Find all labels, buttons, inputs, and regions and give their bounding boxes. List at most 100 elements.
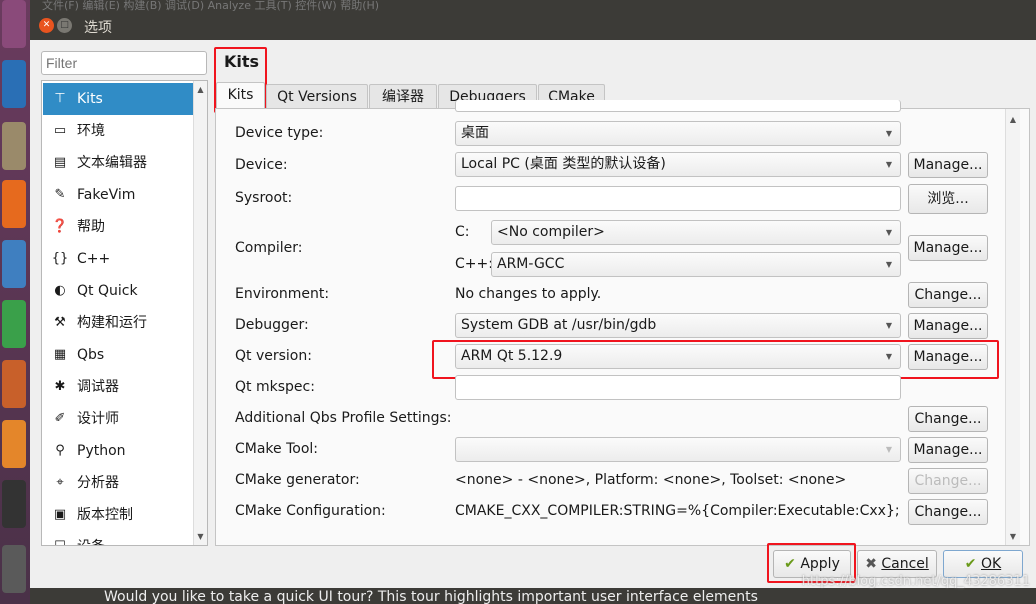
sidebar-item-0[interactable]: ⊤ Kits [43,83,194,115]
cancel-label: Cancel [881,556,929,572]
sidebar-item-label: 设备 [77,539,105,545]
sidebar-item-5[interactable]: {} C++ [43,243,194,275]
x-icon: ✖ [865,556,877,572]
ok-label: OK [980,556,1002,572]
qt-version-label: Qt version: [235,348,312,364]
watermark: https://blog.csdn.net/qq_43286311 [801,574,1030,589]
terminal-launcher-icon[interactable] [2,545,26,593]
sidebar-item-label: FakeVim [77,187,136,203]
compiler-cpp-combo[interactable]: ARM-GCC ▼ [491,252,901,277]
maximize-icon[interactable]: □ [57,18,72,33]
cmake-tool-combo[interactable]: ▼ [455,437,901,462]
dropdown-arrow-icon: ▼ [885,129,892,138]
dropdown-arrow-icon: ▼ [885,228,892,237]
text-editor-icon: ▤ [53,155,67,170]
device-type-combo[interactable]: 桌面 ▼ [455,121,901,146]
qbs-profile-change-button[interactable]: Change... [908,406,988,432]
sidebar-item-label: Python [77,443,126,459]
sysroot-label: Sysroot: [235,190,293,206]
sidebar-item-3[interactable]: ✎ FakeVim [43,179,194,211]
compiler-label: Compiler: [235,240,303,256]
cmake-tool-manage-button[interactable]: Manage... [908,437,988,463]
dropdown-arrow-icon: ▼ [885,445,892,454]
sidebar-item-label: 设计师 [77,411,119,427]
title-bar: ✕ □ 选项 [30,12,1036,40]
files-launcher-icon[interactable] [2,122,26,170]
debugger-label: Debugger: [235,317,309,333]
sidebar-item-label: Kits [77,91,103,107]
filter-input[interactable] [41,51,207,75]
sidebar-item-label: 版本控制 [77,507,133,523]
sidebar-item-12[interactable]: ⌖ 分析器 [43,467,194,499]
dash-icon[interactable] [2,0,26,48]
tab-kits[interactable]: Kits [216,82,265,109]
debugger-combo[interactable]: System GDB at /usr/bin/gdb ▼ [455,313,901,338]
close-icon[interactable]: ✕ [39,18,54,33]
ui-tour-bar: Would you like to take a quick UI tour? … [30,588,1036,604]
app-launcher-icon[interactable] [2,60,26,108]
sidebar-item-2[interactable]: ▤ 文本编辑器 [43,147,194,179]
cmake-generator-value: <none> - <none>, Platform: <none>, Tools… [455,472,847,488]
cmake-tool-label: CMake Tool: [235,441,319,457]
qbs-icon: ▦ [53,347,67,362]
compiler-c-label: C: [455,224,470,240]
device-manage-button[interactable]: Manage... [908,152,988,178]
sidebar-item-label: 文本编辑器 [77,155,147,171]
fakevim-icon: ✎ [54,187,66,202]
amazon-launcher-icon[interactable] [2,480,26,528]
sysroot-browse-button[interactable]: 浏览... [908,184,988,214]
device-combo[interactable]: Local PC (桌面 类型的默认设备) ▼ [455,152,901,177]
braces-icon: {} [51,251,69,266]
tab-qt-versions[interactable]: Qt Versions [266,84,368,109]
ubuntu-launcher [0,0,30,604]
sidebar-item-label: Qbs [77,347,105,363]
calc-launcher-icon[interactable] [2,300,26,348]
help-icon: ❓ [51,219,69,234]
sidebar-item-10[interactable]: ✐ 设计师 [43,403,194,435]
cmake-config-change-button[interactable]: Change... [908,499,988,525]
sidebar-item-label: C++ [77,251,111,267]
qt-quick-icon: ◐ [54,283,66,298]
tab-compilers[interactable]: 编译器 [369,84,437,109]
compiler-manage-button[interactable]: Manage... [908,235,988,261]
sidebar-item-6[interactable]: ◐ Qt Quick [43,275,194,307]
sidebar-item-8[interactable]: ▦ Qbs [43,339,194,371]
hammer-icon: ⚒ [54,315,66,330]
sidebar-item-label: 构建和运行 [77,315,147,331]
cmake-generator-change-button[interactable]: Change... [908,468,988,494]
partial-field [455,100,901,112]
pen-icon: ✐ [54,411,66,426]
bug-icon: ✱ [54,379,66,394]
sidebar-item-label: 帮助 [77,219,105,235]
environment-change-button[interactable]: Change... [908,282,988,308]
sidebar-item-7[interactable]: ⚒ 构建和运行 [43,307,194,339]
software-launcher-icon[interactable] [2,420,26,468]
qt-mkspec-input[interactable] [455,375,901,400]
device-label: Device: [235,157,288,173]
sidebar-item-13[interactable]: ▣ 版本控制 [43,499,194,531]
sysroot-input[interactable] [455,186,901,211]
writer-launcher-icon[interactable] [2,240,26,288]
qbs-profile-label: Additional Qbs Profile Settings: [235,410,452,426]
sidebar-item-11[interactable]: ⚲ Python [43,435,194,467]
window-title: 选项 [84,20,112,36]
impress-launcher-icon[interactable] [2,360,26,408]
kits-icon: ⊤ [54,91,66,106]
sidebar-item-label: 分析器 [77,475,119,491]
environment-value: No changes to apply. [455,286,602,302]
cmake-config-label: CMake Configuration: [235,503,386,519]
ui-tour-message: Would you like to take a quick UI tour? … [104,589,758,604]
sidebar-item-4[interactable]: ❓ 帮助 [43,211,194,243]
sidebar-item-9[interactable]: ✱ 调试器 [43,371,194,403]
sidebar-item-label: Qt Quick [77,283,138,299]
firefox-launcher-icon[interactable] [2,180,26,228]
debugger-manage-button[interactable]: Manage... [908,313,988,339]
dropdown-arrow-icon: ▼ [885,321,892,330]
cmake-generator-label: CMake generator: [235,472,360,488]
cmake-config-value: CMAKE_CXX_COMPILER:STRING=%{Compiler:Exe… [455,503,901,519]
panel-scrollbar[interactable]: ▲ ▼ [1005,109,1020,545]
sidebar-item-14[interactable]: ☐ 设备 [43,531,194,545]
compiler-c-combo[interactable]: <No compiler> ▼ [491,220,901,245]
list-scrollbar[interactable]: ▲ ▼ [193,81,207,545]
sidebar-item-1[interactable]: ▭ 环境 [43,115,194,147]
